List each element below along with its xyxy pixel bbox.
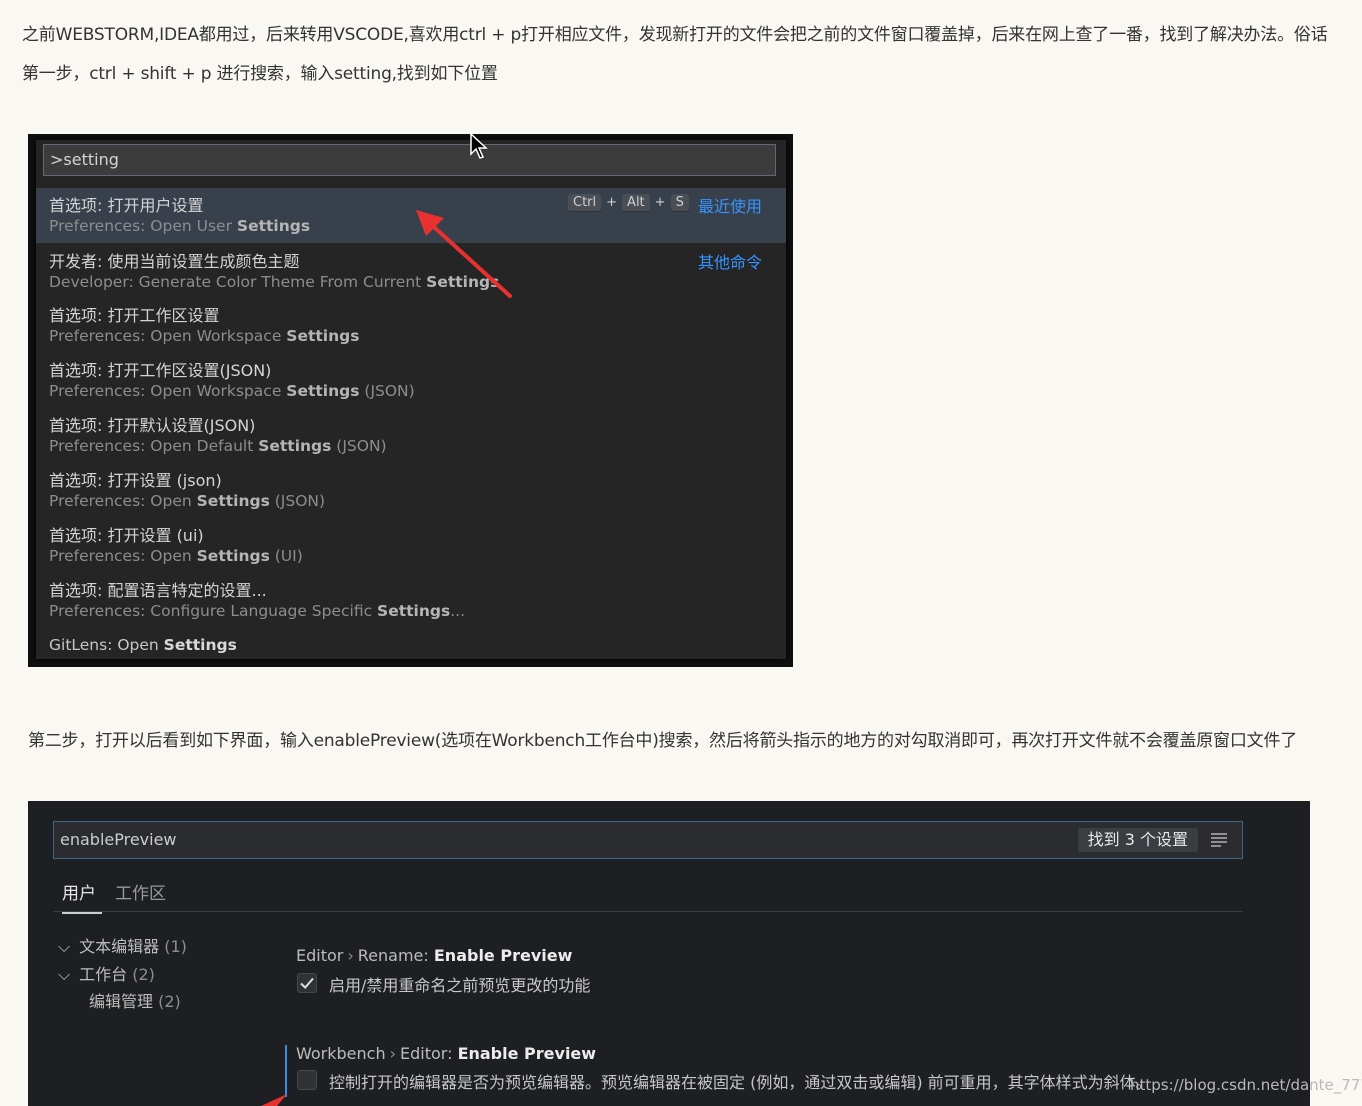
command-item-label: 首选项: 配置语言特定的设置... — [49, 581, 267, 600]
command-item-open-workspace-settings[interactable]: 首选项: 打开工作区设置 Preferences: Open Workspace… — [36, 298, 786, 353]
keybinding: Ctrl + Alt + S — [568, 194, 689, 212]
command-item-detail: Preferences: Open Default Settings (JSON… — [49, 437, 387, 455]
watermark: https://blog.csdn.net/dante_777 — [1130, 1076, 1362, 1094]
command-item-detail: Preferences: Open Settings (UI) — [49, 547, 303, 565]
settings-search-value: enablePreview — [60, 830, 177, 849]
command-item-detail: GitLens: Open Settings — [49, 636, 237, 654]
tab-workspace[interactable]: 工作区 — [115, 879, 166, 912]
settings-editor-screenshot: enablePreview 找到 3 个设置 用户 工作区 ⌵ 文本编辑器 (1… — [28, 801, 1310, 1106]
toc-item-text-editor[interactable]: ⌵ 文本编辑器 (1) — [58, 933, 187, 957]
setting-description: 启用/禁用重命名之前预览更改的功能 — [329, 976, 591, 995]
setting-checkbox-workbench-enable-preview[interactable] — [297, 1070, 317, 1090]
chevron-down-icon: ⌵ — [58, 937, 71, 956]
setting-description: 控制打开的编辑器是否为预览编辑器。预览编辑器在被固定 (例如，通过双击或编辑) … — [329, 1073, 1152, 1092]
command-item-label: 首选项: 打开工作区设置(JSON) — [49, 361, 272, 380]
focused-setting-indicator — [285, 1045, 287, 1097]
command-item-detail: Preferences: Open Settings (JSON) — [49, 492, 326, 510]
filter-icon[interactable] — [1210, 832, 1228, 848]
article-paragraph-1: 之前WEBSTORM,IDEA都用过，后来转用VSCODE,喜欢用ctrl + … — [22, 25, 1328, 45]
command-item-label: 首选项: 打开设置 (json) — [49, 471, 222, 490]
setting-title-editor-rename-enable-preview: Editor › Rename: Enable Preview — [296, 946, 573, 965]
mouse-cursor-icon — [470, 133, 488, 159]
toc-item-workbench[interactable]: ⌵ 工作台 (2) — [58, 961, 155, 985]
setting-checkbox-rename-enable-preview[interactable] — [297, 973, 317, 993]
command-item-detail: Preferences: Open Workspace Settings — [49, 327, 360, 345]
command-item-label: 首选项: 打开用户设置 — [49, 196, 204, 215]
chevron-down-icon: ⌵ — [58, 965, 71, 984]
command-item-open-settings-json[interactable]: 首选项: 打开设置 (json) Preferences: Open Setti… — [36, 463, 786, 518]
command-palette-input[interactable]: >setting — [43, 144, 776, 176]
command-item-detail: Preferences: Open User Settings — [49, 217, 311, 235]
recently-used-tag: 最近使用 — [697, 197, 762, 216]
command-item-configure-language-settings[interactable]: 首选项: 配置语言特定的设置... Preferences: Configure… — [36, 573, 786, 628]
article-paragraph-3: 第二步，打开以后看到如下界面，输入enablePreview(选项在Workbe… — [28, 731, 1298, 751]
command-item-open-workspace-settings-json[interactable]: 首选项: 打开工作区设置(JSON) Preferences: Open Wor… — [36, 353, 786, 408]
command-item-open-default-settings-json[interactable]: 首选项: 打开默认设置(JSON) Preferences: Open Defa… — [36, 408, 786, 463]
command-item-open-settings-ui[interactable]: 首选项: 打开设置 (ui) Preferences: Open Setting… — [36, 518, 786, 573]
tab-divider — [53, 911, 1243, 912]
command-item-label: 首选项: 打开设置 (ui) — [49, 526, 204, 545]
command-item-detail: Preferences: Open Workspace Settings (JS… — [49, 382, 415, 400]
command-item-gitlens-open-settings[interactable]: GitLens: Open Settings — [36, 628, 786, 658]
red-arrow-icon — [416, 210, 512, 298]
settings-search-input[interactable]: enablePreview 找到 3 个设置 — [53, 821, 1243, 859]
article-paragraph-2: 第一步，ctrl + shift + p 进行搜索，输入setting,找到如下… — [22, 64, 498, 84]
setting-title-workbench-editor-enable-preview: Workbench › Editor: Enable Preview — [296, 1044, 597, 1063]
other-commands-tag: 其他命令 — [697, 253, 762, 272]
tab-user[interactable]: 用户 — [62, 879, 102, 914]
checkmark-icon — [300, 977, 314, 989]
command-item-label: 首选项: 打开工作区设置 — [49, 306, 220, 325]
command-item-detail: Preferences: Configure Language Specific… — [49, 602, 465, 620]
result-count-badge: 找到 3 个设置 — [1077, 828, 1198, 852]
red-arrow-icon — [261, 1094, 287, 1106]
command-item-label: 首选项: 打开默认设置(JSON) — [49, 416, 256, 435]
toc-item-editor-management[interactable]: 编辑管理 (2) — [89, 988, 181, 1012]
command-item-label: 开发者: 使用当前设置生成颜色主题 — [49, 252, 300, 271]
